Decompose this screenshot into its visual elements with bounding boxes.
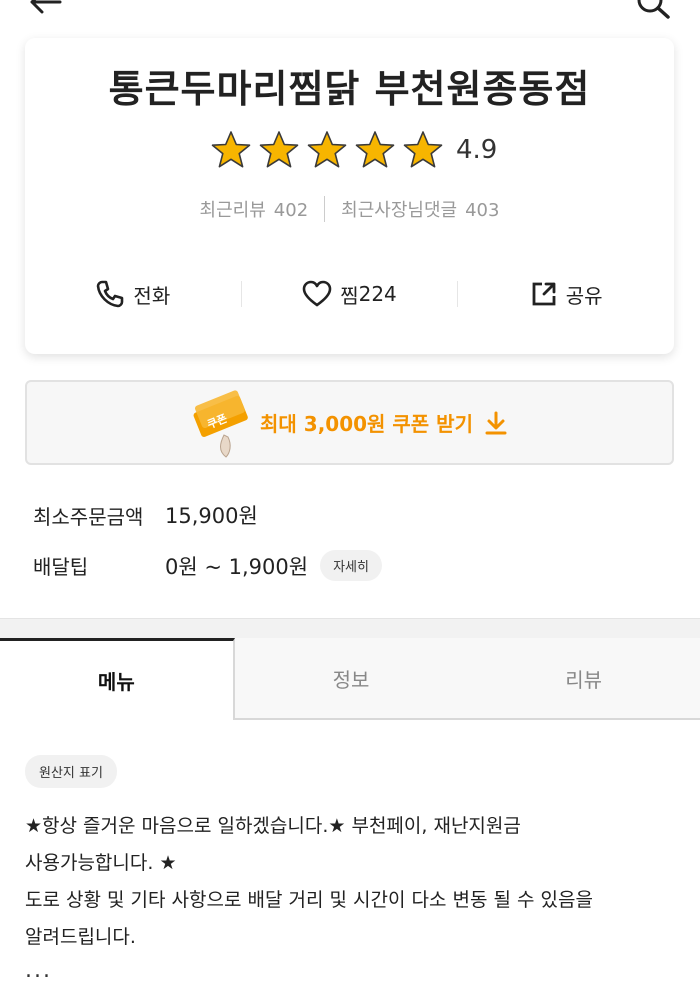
- coupon-download-button[interactable]: 쿠폰 최대 3,000원 쿠폰 받기: [25, 380, 674, 465]
- min-order-row: 최소주문금액 15,900원: [33, 500, 258, 530]
- notice-line: 도로 상황 및 기타 사항으로 배달 거리 및 시간이 다소 변동 될 수 있음…: [25, 889, 593, 911]
- delivery-tip-value: 0원 ~ 1,900원: [165, 554, 309, 579]
- notice-line: 알려드립니다.: [25, 926, 136, 948]
- section-divider: [0, 618, 700, 638]
- tab-info[interactable]: 정보: [234, 638, 468, 718]
- coupon-label: 최대 3,000원 쿠폰 받기: [260, 412, 473, 436]
- tab-bar: 메뉴 정보 리뷰: [0, 638, 700, 720]
- store-name: 통큰두마리찜닭 부천원종동점: [108, 67, 591, 111]
- min-order-label: 최소주문금액: [33, 504, 144, 529]
- store-actions: 전화 찜 224 공유: [25, 274, 674, 314]
- recent-reviews-count: 402: [273, 200, 309, 221]
- rating-row: 4.9: [210, 128, 497, 172]
- origin-info-button[interactable]: 원산지 표기: [25, 755, 117, 788]
- heart-icon: [302, 280, 332, 307]
- share-button[interactable]: 공유: [458, 280, 674, 309]
- share-label: 공유: [565, 283, 603, 308]
- like-label: 찜: [340, 283, 359, 308]
- download-icon: [485, 411, 507, 434]
- tab-menu[interactable]: 메뉴: [0, 638, 235, 720]
- store-notice: ★항상 즐거운 마음으로 일하겠습니다.★ 부천페이, 재난지원금 사용가능합니…: [25, 808, 665, 956]
- star-icon: [355, 131, 395, 168]
- back-arrow-icon[interactable]: [28, 0, 62, 16]
- owner-replies-count: 403: [465, 200, 500, 221]
- review-stats: 최근리뷰 402 최근사장님댓글 403: [25, 196, 674, 222]
- rating-value: 4.9: [456, 135, 498, 165]
- call-button[interactable]: 전화: [25, 279, 241, 309]
- coupon-icon: 쿠폰: [193, 389, 248, 458]
- star-icon: [307, 131, 347, 168]
- star-icon: [259, 131, 299, 168]
- tab-reviews[interactable]: 리뷰: [467, 638, 700, 718]
- notice-line: 사용가능합니다. ★: [25, 852, 177, 874]
- recent-reviews-label: 최근리뷰: [199, 200, 266, 221]
- delivery-tip-row: 배달팁 0원 ~ 1,900원 자세히: [33, 550, 382, 581]
- share-icon: [532, 282, 556, 306]
- delivery-tip-detail-button[interactable]: 자세히: [320, 550, 382, 581]
- phone-icon: [97, 280, 124, 308]
- notice-more-button[interactable]: ...: [25, 958, 52, 983]
- owner-replies-label: 최근사장님댓글: [341, 200, 458, 221]
- stat-divider: [324, 196, 326, 222]
- recent-reviews[interactable]: 최근리뷰 402: [200, 196, 309, 222]
- owner-replies[interactable]: 최근사장님댓글 403: [341, 196, 499, 222]
- like-count: 224: [358, 282, 397, 306]
- star-icon: [211, 131, 251, 168]
- delivery-tip-label: 배달팁: [33, 555, 89, 579]
- top-bar: [0, 0, 700, 30]
- like-button[interactable]: 찜 224: [242, 280, 458, 309]
- call-label: 전화: [133, 283, 171, 308]
- store-info-card: 통큰두마리찜닭 부천원종동점 4.9 최근리뷰 402 최근사장님댓글 403 전화: [25, 38, 674, 354]
- notice-line: ★항상 즐거운 마음으로 일하겠습니다.★ 부천페이, 재난지원금: [25, 815, 521, 837]
- star-icon: [403, 131, 443, 168]
- search-icon[interactable]: [634, 0, 672, 20]
- min-order-value: 15,900원: [165, 504, 258, 528]
